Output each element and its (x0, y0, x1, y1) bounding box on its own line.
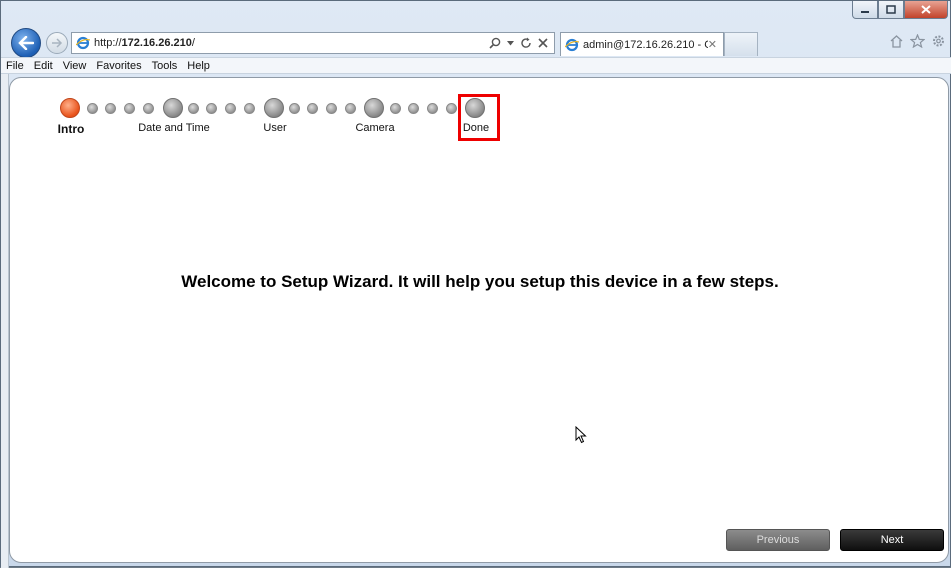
menu-favorites[interactable]: Favorites (91, 60, 146, 72)
stop-icon[interactable] (538, 38, 548, 48)
left-rail (1, 74, 9, 568)
progress-dot (225, 103, 236, 114)
step-dot-date-and-time[interactable] (163, 98, 183, 118)
next-button[interactable]: Next (840, 529, 944, 551)
arrow-right-icon (52, 38, 63, 48)
favorites-star-icon[interactable] (910, 34, 925, 48)
gear-icon[interactable] (931, 34, 946, 48)
step-dot-intro[interactable] (60, 98, 80, 118)
step-label-date-and-time: Date and Time (138, 122, 210, 134)
refresh-icon[interactable] (520, 37, 532, 49)
wizard-panel: Intro Date and Time User Camera Done Wel… (9, 77, 949, 563)
step-label-user: User (263, 122, 287, 134)
progress-dot (244, 103, 255, 114)
minimize-icon (861, 10, 869, 13)
forward-button[interactable] (46, 32, 68, 54)
step-dot-user[interactable] (264, 98, 284, 118)
back-button[interactable] (11, 28, 41, 58)
menu-help[interactable]: Help (182, 60, 215, 72)
close-icon (921, 5, 931, 14)
browser-tools (889, 34, 946, 48)
progress-dot (427, 103, 438, 114)
window-controls (852, 1, 948, 19)
progress-dot (408, 103, 419, 114)
previous-button[interactable]: Previous (726, 529, 830, 551)
welcome-message: Welcome to Setup Wizard. It will help yo… (181, 272, 779, 291)
browser-window: http://172.16.26.210/ admin@172.16.26.21… (0, 0, 951, 568)
step-label-intro: Intro (57, 122, 85, 136)
progress-dot (143, 103, 154, 114)
progress-dot (326, 103, 337, 114)
done-step-highlight-box (458, 94, 500, 141)
tab-close-icon[interactable]: ✕ (708, 38, 717, 51)
progress-dot (105, 103, 116, 114)
close-button[interactable] (904, 1, 948, 19)
minimize-button[interactable] (852, 1, 878, 19)
new-tab-button[interactable] (724, 32, 758, 56)
progress-dot (124, 103, 135, 114)
step-label-camera: Camera (355, 122, 395, 134)
menu-file[interactable]: File (1, 60, 29, 72)
progress-dot (446, 103, 457, 114)
title-bar: http://172.16.26.210/ admin@172.16.26.21… (1, 1, 951, 58)
address-bar[interactable]: http://172.16.26.210/ (71, 32, 555, 54)
step-dot-camera[interactable] (364, 98, 384, 118)
progress-dot (307, 103, 318, 114)
menu-tools[interactable]: Tools (147, 60, 183, 72)
progress-dot (289, 103, 300, 114)
progress-dot (188, 103, 199, 114)
menu-view[interactable]: View (58, 60, 92, 72)
ie-tab-icon (565, 38, 579, 51)
ie-page-icon (76, 36, 90, 50)
mouse-cursor-icon (575, 426, 587, 444)
progress-dot (390, 103, 401, 114)
search-icon[interactable] (489, 37, 501, 49)
progress-dot (345, 103, 356, 114)
tab-current[interactable]: admin@172.16.26.210 - Co... ✕ (560, 32, 724, 56)
home-icon[interactable] (889, 34, 904, 48)
maximize-icon (886, 5, 896, 14)
menu-bar: File Edit View Favorites Tools Help (1, 57, 951, 74)
menu-edit[interactable]: Edit (29, 60, 58, 72)
arrow-left-icon (18, 36, 34, 50)
progress-dot (87, 103, 98, 114)
address-url: http://172.16.26.210/ (94, 37, 195, 49)
address-tools (489, 37, 548, 49)
progress-dot (206, 103, 217, 114)
tab-title: admin@172.16.26.210 - Co... (583, 38, 708, 51)
maximize-button[interactable] (878, 1, 904, 19)
dropdown-icon[interactable] (507, 40, 514, 46)
